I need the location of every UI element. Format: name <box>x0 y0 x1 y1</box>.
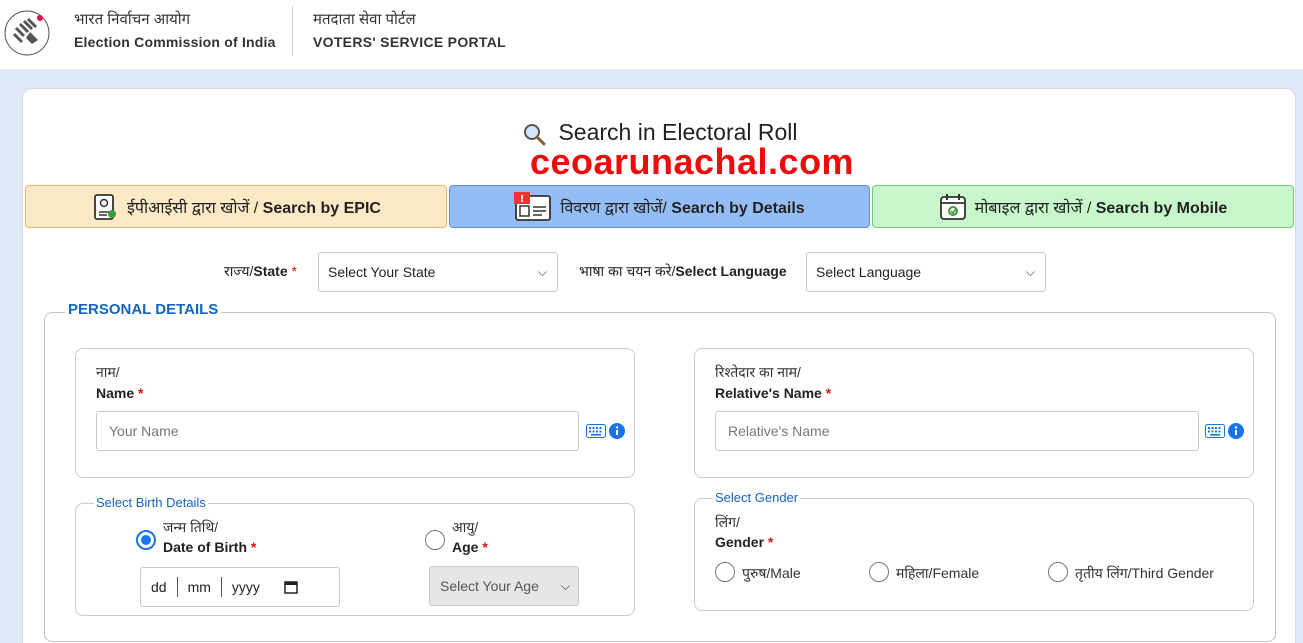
tab-mobile-english: Search by Mobile <box>1095 199 1228 217</box>
gender-male-label: पुरुष/Male <box>742 565 801 581</box>
name-box: नाम/ Name * Your Name <box>75 348 635 478</box>
gender-female-radio[interactable] <box>869 562 889 582</box>
eci-logo <box>4 10 50 56</box>
date-day[interactable]: dd <box>141 579 177 595</box>
personal-details-legend: PERSONAL DETAILS <box>65 301 222 318</box>
tab-search-by-mobile[interactable]: मोबाइल द्वारा खोजें / Search by Mobile <box>872 185 1294 228</box>
org-name-hindi: भारत निर्वाचन आयोग <box>74 11 191 28</box>
svg-text:!: ! <box>520 194 525 205</box>
birth-details-legend: Select Birth Details <box>94 495 208 510</box>
calendar-icon[interactable] <box>284 580 298 594</box>
personal-details-section: PERSONAL DETAILS नाम/ Name * Your Name र… <box>44 301 1276 642</box>
state-select[interactable]: Select Your State ⌵ <box>318 252 558 292</box>
header-divider <box>292 6 293 56</box>
dob-label: Date of Birth * <box>163 539 257 555</box>
name-label-hindi: नाम/ <box>96 364 120 380</box>
epic-card-icon <box>94 193 117 220</box>
gender-box: Select Gender लिंग/ Gender * पुरुष/Male … <box>694 490 1254 611</box>
dob-radio[interactable] <box>136 530 156 550</box>
birth-details-box: Select Birth Details जन्म तिथि/ Date of … <box>75 495 635 616</box>
age-label-hindi: आयु/ <box>452 519 479 535</box>
tab-search-by-epic[interactable]: ईपीआईसी द्वारा खोजें / Search by EPIC <box>25 185 447 228</box>
watermark-text: ceoarunachal.com <box>529 141 855 182</box>
tab-search-by-details[interactable]: ! विवरण द्वारा खोजें/ Search by Details <box>449 185 870 228</box>
chevron-down-icon: ⌵ <box>560 578 570 593</box>
name-label: Name * <box>96 385 144 401</box>
gender-label: Gender * <box>715 534 774 550</box>
portal-name-english: VOTERS' SERVICE PORTAL <box>313 34 506 50</box>
state-label: राज्य/State * <box>224 263 297 279</box>
gender-male-radio[interactable] <box>715 562 735 582</box>
date-month[interactable]: mm <box>178 579 221 595</box>
gender-label-hindi: लिंग/ <box>715 514 740 530</box>
search-card: Search in Electoral Roll ceoarunachal.co… <box>22 88 1296 643</box>
tab-mobile-hindi: मोबाइल द्वारा खोजें / <box>974 199 1096 217</box>
gender-third-radio[interactable] <box>1048 562 1068 582</box>
age-radio[interactable] <box>425 530 445 550</box>
age-label: Age * <box>452 539 488 555</box>
info-icon[interactable] <box>609 423 625 439</box>
language-select[interactable]: Select Language ⌵ <box>806 252 1046 292</box>
relative-label: Relative's Name * <box>715 385 832 401</box>
chevron-down-icon: ⌵ <box>537 264 547 279</box>
chevron-down-icon: ⌵ <box>1025 264 1035 279</box>
mobile-calendar-icon <box>939 193 966 220</box>
relative-name-box: रिश्तेदार का नाम/ Relative's Name * Rela… <box>694 348 1254 478</box>
language-label: भाषा का चयन करे/Select Language <box>579 263 787 279</box>
tab-details-english: Search by Details <box>671 199 805 217</box>
age-select[interactable]: Select Your Age ⌵ <box>429 566 579 606</box>
top-header: भारत निर्वाचन आयोग Election Commission o… <box>0 0 1303 69</box>
gender-legend: Select Gender <box>713 490 801 505</box>
tab-epic-english: Search by EPIC <box>262 199 381 217</box>
tab-details-hindi: विवरण द्वारा खोजें/ <box>560 199 672 217</box>
name-input[interactable]: Your Name <box>96 411 579 451</box>
keyboard-icon[interactable] <box>1205 424 1225 438</box>
relative-name-input[interactable]: Relative's Name <box>715 411 1199 451</box>
gender-third-label: तृतीय लिंग/Third Gender <box>1075 565 1214 581</box>
keyboard-icon[interactable] <box>586 424 606 438</box>
info-icon[interactable] <box>1228 423 1244 439</box>
gender-female-label: महिला/Female <box>896 565 980 581</box>
relative-label-hindi: रिश्तेदार का नाम/ <box>715 364 801 380</box>
dob-date-input[interactable]: dd mm yyyy <box>140 567 340 607</box>
dob-label-hindi: जन्म तिथि/ <box>163 519 219 535</box>
tab-epic-hindi: ईपीआईसी द्वारा खोजें / <box>127 199 263 217</box>
org-name-english: Election Commission of India <box>74 34 276 50</box>
date-year[interactable]: yyyy <box>222 579 270 595</box>
portal-name-hindi: मतदाता सेवा पोर्टल <box>313 11 416 28</box>
details-card-icon: ! <box>514 191 552 221</box>
